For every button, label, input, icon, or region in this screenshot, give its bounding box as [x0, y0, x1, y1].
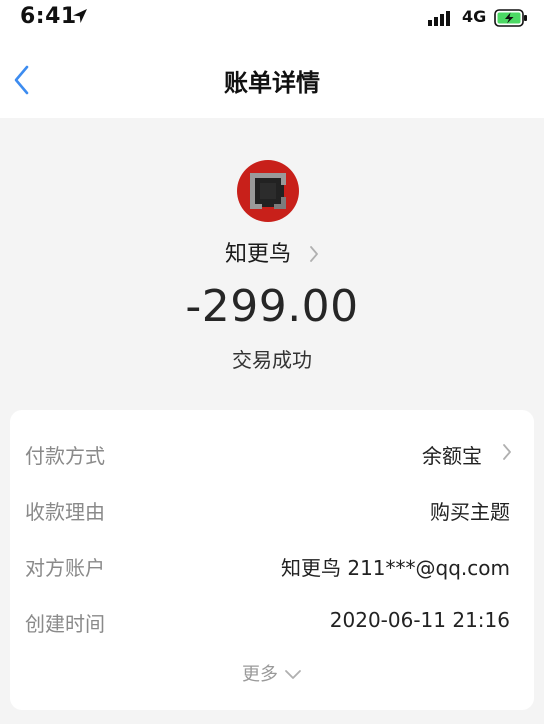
nav-bar: 账单详情	[0, 40, 544, 118]
detail-label: 付款方式	[25, 444, 105, 468]
created-time-row: 创建时间 2020-06-11 21:16	[10, 600, 534, 640]
status-time: 6:41	[20, 4, 77, 29]
detail-label: 收款理由	[25, 500, 105, 524]
network-type: 4G	[462, 7, 487, 26]
detail-value: 知更鸟 211***@qq.com	[281, 556, 510, 580]
status-bar: 6:41 4G	[0, 0, 544, 40]
detail-value: 2020-06-11 21:16	[329, 608, 510, 632]
location-arrow-icon	[72, 8, 88, 28]
more-label: 更多	[242, 664, 278, 685]
signal-icon	[428, 10, 454, 30]
detail-value: 购买主题	[430, 500, 510, 524]
merchant-logo-icon	[237, 160, 299, 222]
detail-label: 创建时间	[25, 612, 105, 636]
detail-label: 对方账户	[25, 556, 105, 580]
payment-reason-row: 收款理由 购买主题	[10, 488, 534, 528]
more-button[interactable]: 更多	[10, 660, 534, 686]
merchant-link[interactable]: 知更鸟	[0, 236, 544, 268]
chevron-right-icon	[310, 245, 318, 262]
transaction-status: 交易成功	[232, 348, 312, 372]
page-title: 账单详情	[224, 69, 320, 97]
transaction-amount: -299.00	[185, 281, 359, 332]
chevron-down-icon	[285, 670, 301, 679]
battery-charging-icon	[494, 9, 528, 31]
payment-method-row[interactable]: 付款方式 余额宝	[10, 432, 534, 472]
counterparty-account-row: 对方账户 知更鸟 211***@qq.com	[10, 544, 534, 584]
detail-value: 余额宝	[422, 444, 482, 468]
chevron-right-icon	[503, 444, 511, 460]
merchant-name: 知更鸟	[224, 242, 291, 267]
merchant-avatar[interactable]	[237, 160, 299, 222]
details-card: 付款方式 余额宝 收款理由 购买主题 对方账户 知更鸟 211***@qq.co…	[10, 410, 534, 710]
transaction-header: 知更鸟 -299.00 交易成功	[0, 118, 544, 408]
